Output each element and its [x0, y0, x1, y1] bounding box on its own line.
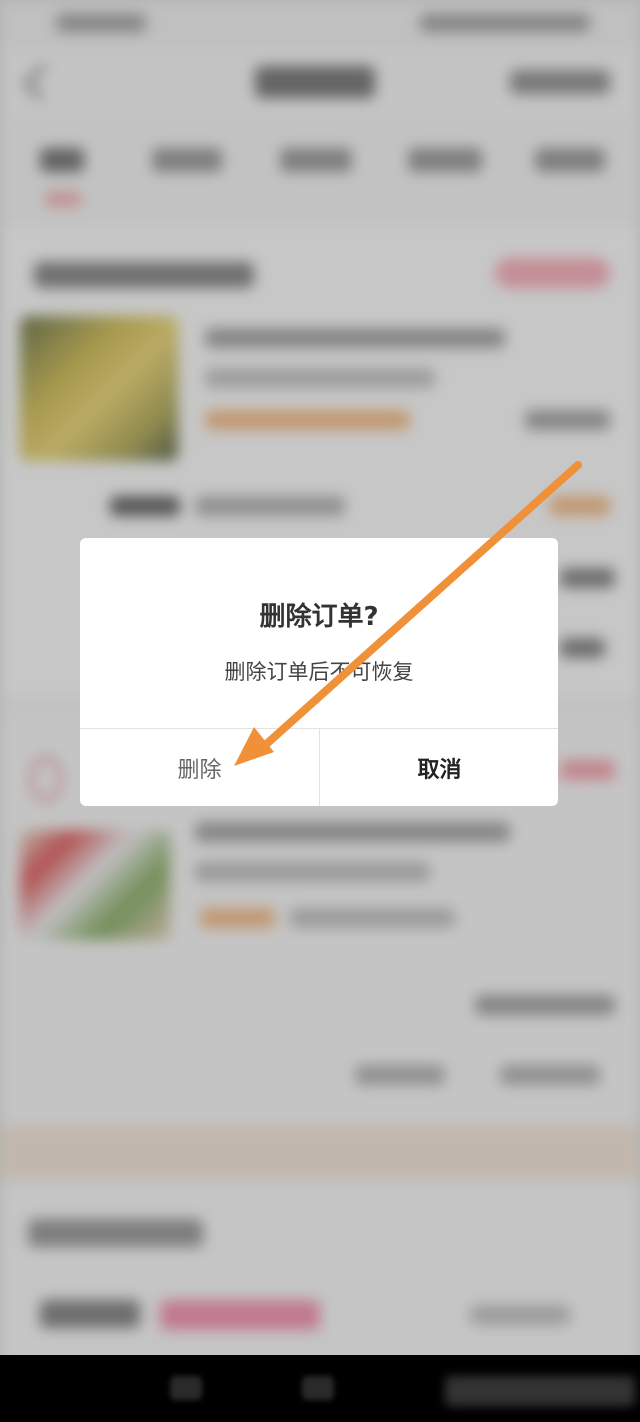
- dialog-message: 删除订单后不可恢复: [224, 660, 414, 684]
- delete-order-dialog: 删除订单? 删除订单后不可恢复 删除 取消: [80, 538, 558, 806]
- nav-menu-icon: [170, 1376, 202, 1400]
- watermark: [445, 1376, 635, 1406]
- cancel-button[interactable]: 取消: [320, 729, 558, 806]
- delete-button[interactable]: 删除: [80, 729, 319, 806]
- nav-home-icon: [302, 1376, 334, 1400]
- dialog-title: 删除订单?: [259, 602, 379, 632]
